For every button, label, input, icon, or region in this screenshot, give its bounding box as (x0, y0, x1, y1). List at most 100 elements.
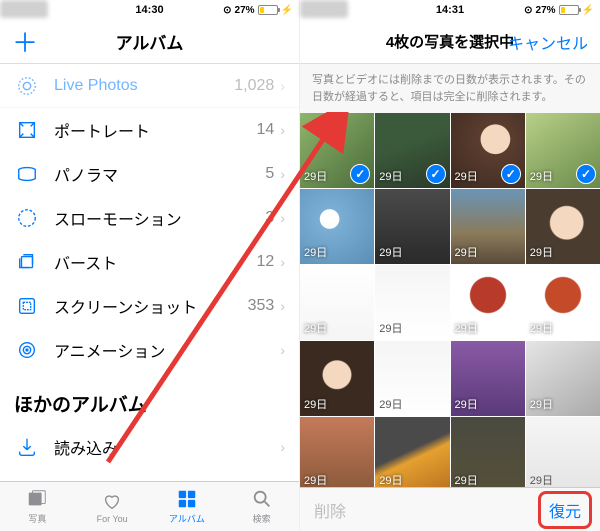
tab-search[interactable]: 検索 (224, 482, 299, 531)
photo-cell[interactable]: 29日 (300, 341, 374, 416)
nav-bar: 4枚の写真を選択中 キャンセル (300, 20, 600, 64)
animation-icon (14, 337, 40, 363)
row-label: パノラマ (54, 162, 265, 186)
tab-photos[interactable]: 写真 (0, 482, 75, 531)
photo-cell[interactable]: 29日 (375, 341, 449, 416)
photo-cell[interactable]: 29日 (300, 189, 374, 264)
alarm-icon: ⊙ (524, 5, 532, 16)
row-label: アニメーション (54, 338, 280, 362)
status-time: 14:31 (436, 4, 464, 16)
delete-button[interactable]: 削除 (314, 498, 346, 522)
add-button[interactable]: ＋ (12, 23, 38, 60)
burst-icon (14, 249, 40, 275)
days-label: 29日 (304, 320, 327, 336)
chevron-right-icon: › (280, 439, 285, 455)
cancel-button[interactable]: キャンセル (508, 30, 588, 54)
photo-cell[interactable]: 29日 (375, 189, 449, 264)
photo-cell[interactable]: 29日 (451, 417, 525, 487)
row-count: 5 (265, 165, 274, 183)
row-label: ポートレート (54, 118, 257, 142)
nav-title: アルバム (116, 29, 184, 54)
photo-cell[interactable]: 29日 (451, 341, 525, 416)
days-label: 29日 (379, 168, 402, 184)
tab-albums[interactable]: アルバム (150, 482, 225, 531)
chevron-right-icon: › (280, 122, 285, 138)
photo-cell[interactable]: 29日 (300, 417, 374, 487)
photo-cell[interactable]: 29日 (526, 341, 600, 416)
days-label: 29日 (530, 168, 553, 184)
days-label: 29日 (455, 244, 478, 260)
tab-foryou[interactable]: For You (75, 482, 150, 531)
photo-cell[interactable]: 29日✓ (526, 113, 600, 188)
photo-cell[interactable]: 29日 ✓ (451, 113, 525, 188)
album-row-live-photos[interactable]: Live Photos 1,028 › (0, 64, 299, 108)
photo-grid: 29日✓ 29日✓ 29日✓ 29日✓ 29日 29日 29日 29日 29日 … (300, 113, 600, 487)
status-time: 14:30 (135, 4, 163, 16)
chevron-right-icon: › (280, 342, 285, 358)
photo-cell[interactable]: 29日 (300, 265, 374, 340)
photo-cell[interactable]: 29日 (526, 417, 600, 487)
days-label: 29日 (530, 472, 553, 487)
album-list: Live Photos 1,028 › ポートレート 14 › パノラマ 5 ›… (0, 64, 299, 481)
recover-button[interactable]: 復元 (549, 504, 581, 521)
slowmo-icon (14, 205, 40, 231)
chevron-right-icon: › (280, 78, 285, 94)
info-text: 写真とビデオには削除までの日数が表示されます。その日数が経過すると、項目は完全に… (300, 64, 600, 113)
album-row-screenshot[interactable]: スクリーンショット 353 › (0, 284, 299, 328)
days-label: 29日 (455, 320, 478, 336)
album-row-hidden[interactable]: 非表示 0 › (0, 469, 299, 481)
days-label: 29日 (455, 472, 478, 487)
photo-cell[interactable]: 29日 (375, 265, 449, 340)
live-photos-icon (14, 73, 40, 99)
days-label: 29日 (455, 168, 478, 184)
chevron-right-icon: › (280, 254, 285, 270)
album-row-panorama[interactable]: パノラマ 5 › (0, 152, 299, 196)
days-label: 29日 (379, 244, 402, 260)
import-icon (14, 434, 40, 460)
album-row-portrait[interactable]: ポートレート 14 › (0, 108, 299, 152)
chevron-right-icon: › (280, 166, 285, 182)
tab-label: 写真 (28, 512, 46, 525)
nav-bar: ＋ アルバム (0, 20, 299, 64)
photo-cell[interactable]: 29日 (375, 417, 449, 487)
row-label: スローモーション (54, 206, 265, 230)
portrait-icon (14, 117, 40, 143)
row-count: 353 (248, 297, 275, 315)
photo-cell[interactable]: 29日✓ (375, 113, 449, 188)
screenshot-icon (14, 293, 40, 319)
battery-icon (559, 5, 579, 15)
row-label: バースト (54, 250, 257, 274)
days-label: 29日 (379, 472, 402, 487)
days-label: 29日 (379, 320, 402, 336)
photo-cell[interactable]: 29日 (451, 265, 525, 340)
row-label: Live Photos (54, 77, 234, 95)
photo-cell[interactable]: 29日✓ (300, 113, 374, 188)
nav-title: 4枚の写真を選択中 (386, 31, 514, 52)
album-row-burst[interactable]: バースト 12 › (0, 240, 299, 284)
photo-cell[interactable]: 29日 (451, 189, 525, 264)
battery-percent: 27% (536, 5, 556, 16)
days-label: 29日 (530, 244, 553, 260)
photo-cell[interactable]: 29日 (526, 189, 600, 264)
days-label: 29日 (304, 472, 327, 487)
days-label: 29日 (530, 396, 553, 412)
check-icon: ✓ (501, 164, 521, 184)
section-header: ほかのアルバム (0, 372, 299, 425)
album-row-slowmo[interactable]: スローモーション 3 › (0, 196, 299, 240)
bottom-toolbar: 削除 復元 (300, 487, 600, 531)
battery-percent: 27% (235, 5, 255, 16)
charging-icon: ⚡ (582, 5, 594, 16)
carrier-blur (300, 0, 348, 18)
photo-cell[interactable]: 29日 (526, 265, 600, 340)
tab-bar: 写真 For You アルバム 検索 (0, 481, 299, 531)
recently-deleted-screen: 14:31 ⊙ 27% ⚡ 4枚の写真を選択中 キャンセル 写真とビデオには削除… (300, 0, 600, 531)
chevron-right-icon: › (280, 210, 285, 226)
album-row-import[interactable]: 読み込み › (0, 425, 299, 469)
album-row-animation[interactable]: アニメーション › (0, 328, 299, 372)
tab-label: アルバム (169, 512, 205, 525)
days-label: 29日 (304, 244, 327, 260)
row-label: 読み込み (54, 435, 280, 459)
chevron-right-icon: › (280, 298, 285, 314)
row-count: 14 (257, 121, 275, 139)
row-label: スクリーンショット (54, 294, 248, 318)
